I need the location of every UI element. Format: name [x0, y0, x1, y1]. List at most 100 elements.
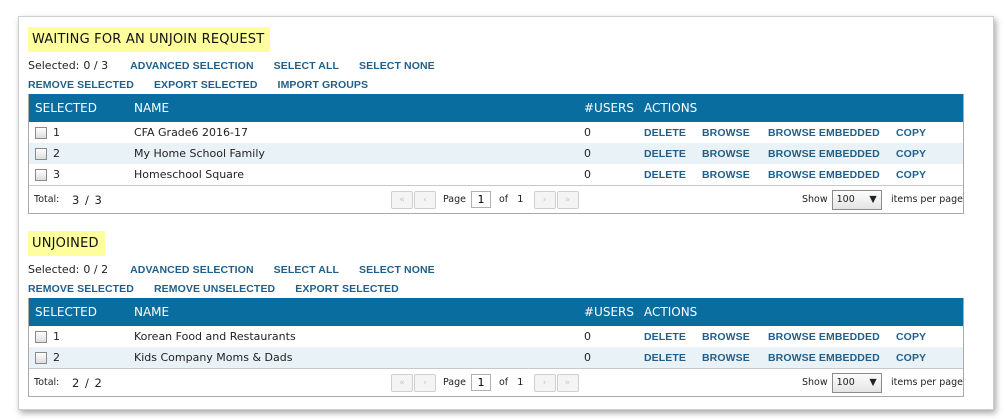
- first-page-icon[interactable]: «: [391, 190, 413, 209]
- export-selected-link[interactable]: EXPORT SELECTED: [154, 79, 258, 91]
- group-name: My Home School Family: [134, 147, 265, 160]
- advanced-selection-link[interactable]: ADVANCED SELECTION: [130, 264, 254, 276]
- select-all-link[interactable]: SELECT ALL: [274, 60, 339, 72]
- groups-panel: WAITING FOR AN UNJOIN REQUEST Selected: …: [18, 16, 994, 410]
- row-checkbox[interactable]: [35, 351, 47, 364]
- first-page-icon[interactable]: «: [391, 373, 413, 392]
- import-groups-link[interactable]: IMPORT GROUPS: [278, 79, 369, 91]
- selection-bar: Selected: 0 / 3 ADVANCED SELECTION SELEC…: [28, 56, 964, 75]
- show-label: Show: [802, 377, 828, 388]
- row-number: 1: [53, 330, 60, 343]
- table-row: 2 Kids Company Moms & Dads 0 DELETE BROW…: [29, 347, 963, 368]
- row-number: 1: [53, 126, 60, 139]
- browse-embedded-link[interactable]: BROWSE EMBEDDED: [768, 127, 896, 139]
- browse-embedded-link[interactable]: BROWSE EMBEDDED: [768, 169, 896, 181]
- select-none-link[interactable]: SELECT NONE: [359, 60, 435, 72]
- browse-link[interactable]: BROWSE: [702, 331, 768, 343]
- col-users[interactable]: #USERS: [584, 305, 644, 319]
- col-selected[interactable]: SELECTED: [29, 101, 134, 115]
- delete-link[interactable]: DELETE: [644, 169, 702, 181]
- items-per-page-label: items per page: [891, 377, 963, 388]
- of-label: of: [499, 194, 509, 205]
- page-count: 1: [517, 194, 524, 205]
- selected-count: 0 / 3: [83, 59, 109, 72]
- total-value: 2 / 2: [72, 375, 103, 390]
- page-input[interactable]: [471, 191, 491, 208]
- last-page-icon[interactable]: »: [556, 190, 579, 209]
- page-size-select[interactable]: 100 ▼: [831, 372, 882, 393]
- last-page-icon[interactable]: »: [556, 373, 579, 392]
- delete-link[interactable]: DELETE: [644, 148, 702, 160]
- row-checkbox[interactable]: [35, 126, 47, 139]
- next-page-icon[interactable]: ›: [533, 190, 556, 209]
- col-name[interactable]: NAME: [134, 101, 584, 115]
- browse-embedded-link[interactable]: BROWSE EMBEDDED: [768, 331, 896, 343]
- grid-header: SELECTED NAME #USERS ACTIONS: [29, 94, 963, 122]
- selected-label: Selected:: [28, 263, 80, 276]
- copy-link[interactable]: COPY: [896, 331, 936, 343]
- group-name: Kids Company Moms & Dads: [134, 351, 293, 364]
- copy-link[interactable]: COPY: [896, 127, 936, 139]
- row-checkbox[interactable]: [35, 168, 47, 181]
- page-size-value: 100: [836, 194, 855, 205]
- browse-link[interactable]: BROWSE: [702, 127, 768, 139]
- remove-selected-link[interactable]: REMOVE SELECTED: [28, 283, 134, 295]
- user-count: 0: [584, 351, 591, 364]
- remove-selected-link[interactable]: REMOVE SELECTED: [28, 79, 134, 91]
- col-selected[interactable]: SELECTED: [29, 305, 134, 319]
- copy-link[interactable]: COPY: [896, 148, 936, 160]
- col-users[interactable]: #USERS: [584, 101, 644, 115]
- page-size-value: 100: [836, 377, 855, 388]
- col-name[interactable]: NAME: [134, 305, 584, 319]
- page-size-select[interactable]: 100 ▼: [831, 189, 882, 210]
- table-row: 1 CFA Grade6 2016-17 0 DELETE BROWSE BRO…: [29, 122, 963, 143]
- prev-page-icon[interactable]: ‹: [414, 373, 436, 392]
- group-name: Korean Food and Restaurants: [134, 330, 296, 343]
- col-actions: ACTIONS: [644, 305, 698, 319]
- selected-count: 0 / 2: [83, 263, 109, 276]
- items-per-page-label: items per page: [891, 194, 963, 205]
- waiting-unjoin-section: WAITING FOR AN UNJOIN REQUEST Selected: …: [28, 27, 964, 214]
- copy-link[interactable]: COPY: [896, 169, 936, 181]
- groups-grid: SELECTED NAME #USERS ACTIONS 1 Korean Fo…: [28, 298, 964, 397]
- browse-link[interactable]: BROWSE: [702, 352, 768, 364]
- export-selected-link[interactable]: EXPORT SELECTED: [295, 283, 399, 295]
- total-label: Total:: [34, 377, 60, 388]
- table-row: 2 My Home School Family 0 DELETE BROWSE …: [29, 143, 963, 164]
- delete-link[interactable]: DELETE: [644, 352, 702, 364]
- grid-pager: Total: 3 / 3 « ‹ Page of 1 › » Show: [29, 185, 963, 213]
- row-number: 3: [53, 168, 60, 181]
- user-count: 0: [584, 126, 591, 139]
- col-actions: ACTIONS: [644, 101, 698, 115]
- group-name: Homeschool Square: [134, 168, 244, 181]
- browse-link[interactable]: BROWSE: [702, 148, 768, 160]
- selection-bar: Selected: 0 / 2 ADVANCED SELECTION SELEC…: [28, 260, 964, 279]
- total-label: Total:: [34, 194, 60, 205]
- remove-unselected-link[interactable]: REMOVE UNSELECTED: [154, 283, 275, 295]
- user-count: 0: [584, 147, 591, 160]
- delete-link[interactable]: DELETE: [644, 127, 702, 139]
- section-heading: UNJOINED: [28, 231, 105, 256]
- page-count: 1: [517, 377, 524, 388]
- row-checkbox[interactable]: [35, 147, 47, 160]
- page-input[interactable]: [471, 374, 491, 391]
- table-row: 1 Korean Food and Restaurants 0 DELETE B…: [29, 326, 963, 347]
- page-label: Page: [443, 377, 466, 388]
- of-label: of: [499, 377, 509, 388]
- next-page-icon[interactable]: ›: [533, 373, 556, 392]
- select-all-link[interactable]: SELECT ALL: [274, 264, 339, 276]
- row-checkbox[interactable]: [35, 330, 47, 343]
- user-count: 0: [584, 168, 591, 181]
- chevron-down-icon: ▼: [869, 377, 877, 388]
- delete-link[interactable]: DELETE: [644, 331, 702, 343]
- browse-link[interactable]: BROWSE: [702, 169, 768, 181]
- browse-embedded-link[interactable]: BROWSE EMBEDDED: [768, 148, 896, 160]
- row-number: 2: [53, 147, 60, 160]
- advanced-selection-link[interactable]: ADVANCED SELECTION: [130, 60, 254, 72]
- select-none-link[interactable]: SELECT NONE: [359, 264, 435, 276]
- browse-embedded-link[interactable]: BROWSE EMBEDDED: [768, 352, 896, 364]
- prev-page-icon[interactable]: ‹: [414, 190, 436, 209]
- chevron-down-icon: ▼: [869, 194, 877, 205]
- user-count: 0: [584, 330, 591, 343]
- copy-link[interactable]: COPY: [896, 352, 936, 364]
